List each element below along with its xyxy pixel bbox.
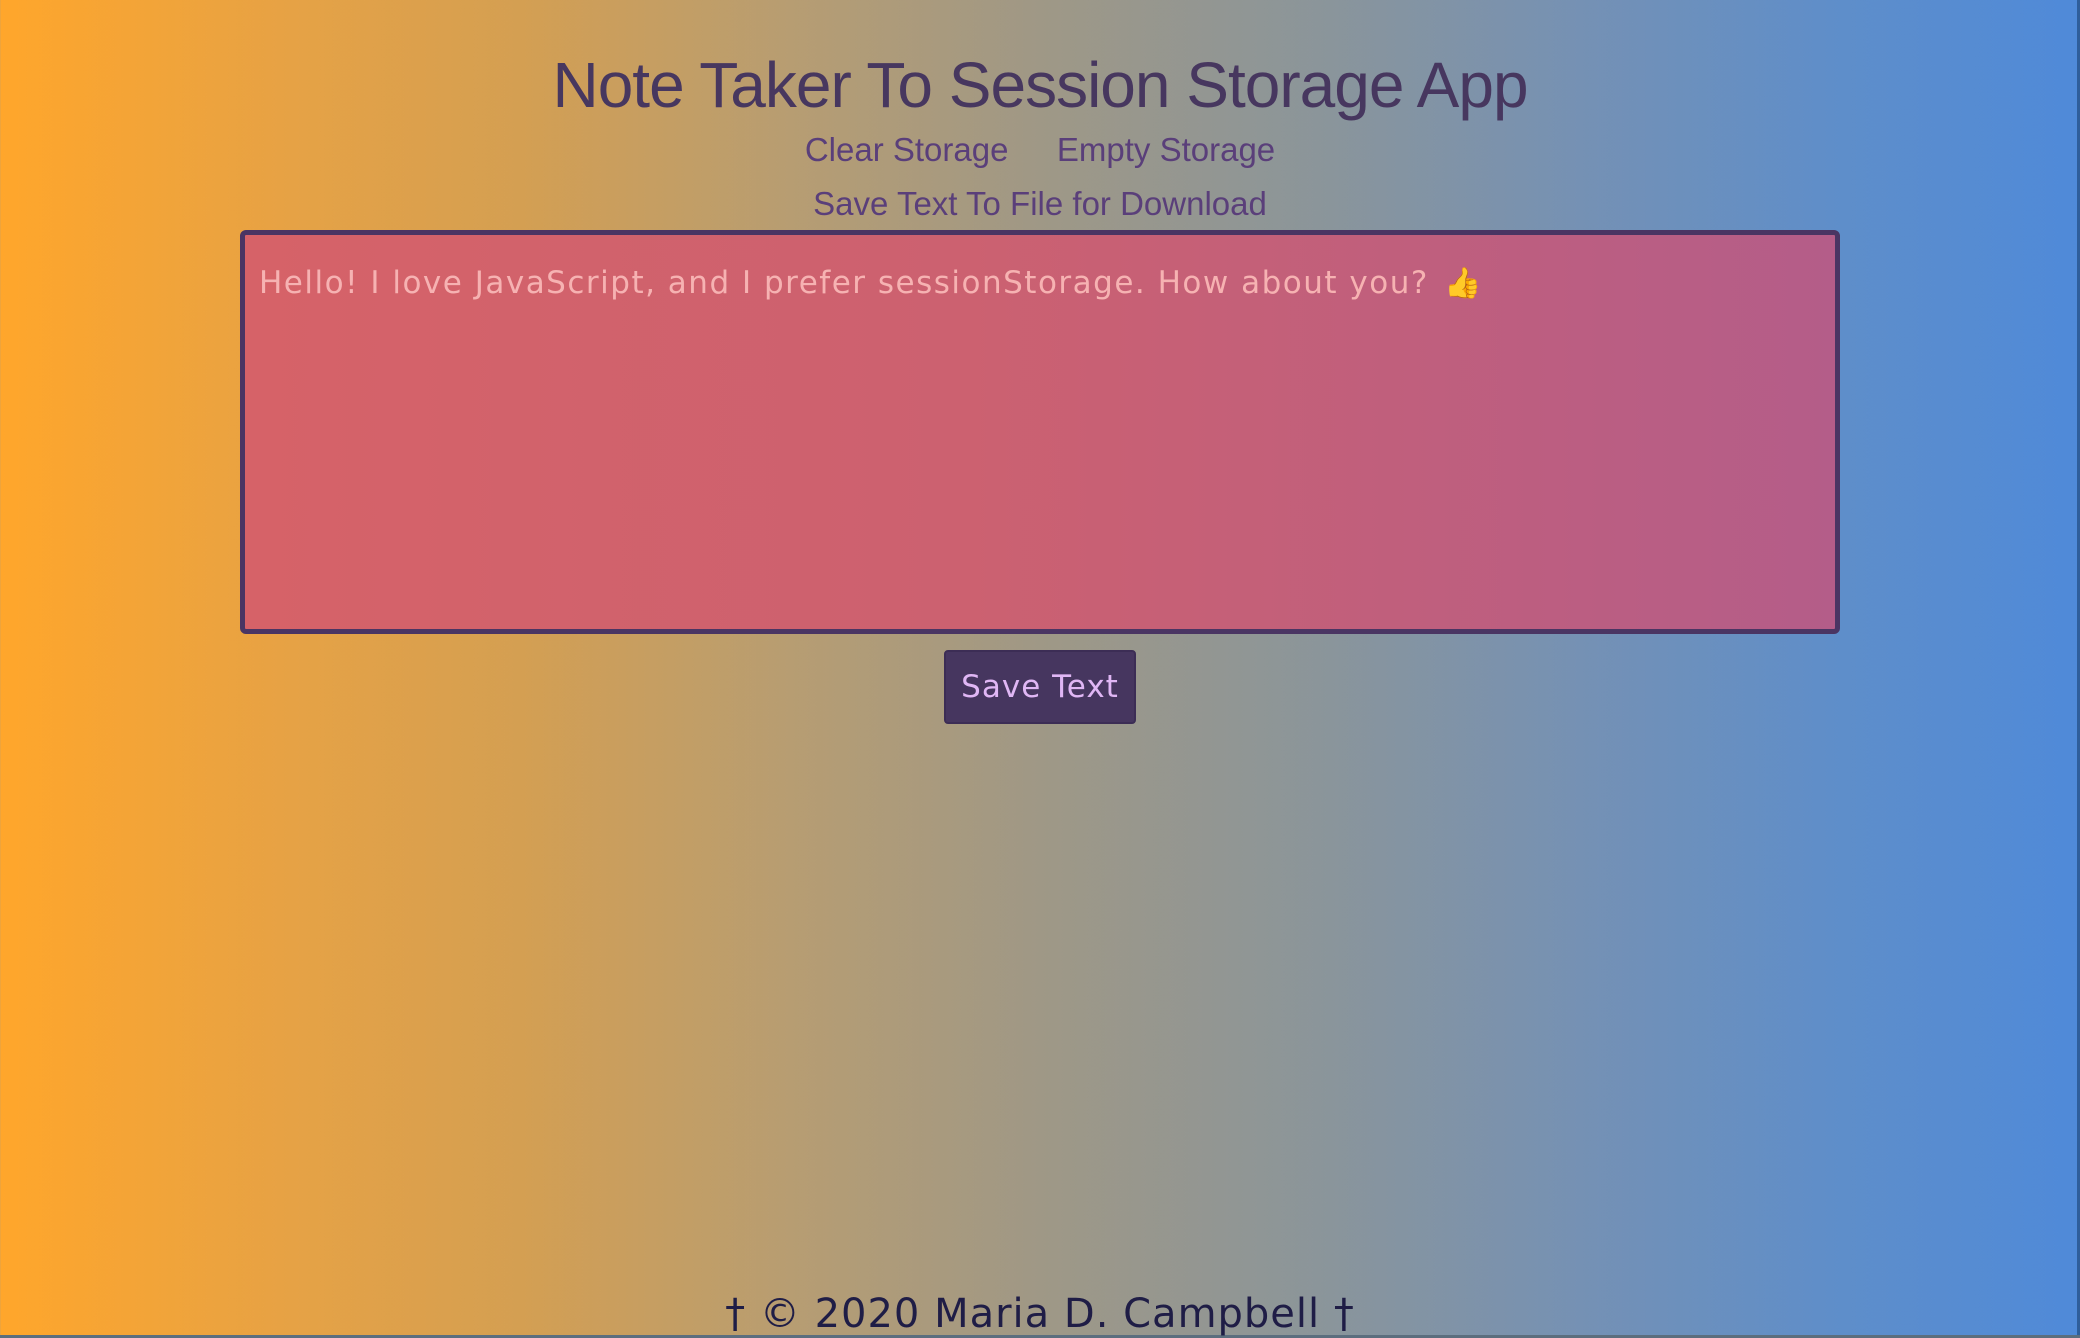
footer-copyright: † © 2020 Maria D. Campbell † [725,1291,1355,1337]
save-text-button[interactable]: Save Text [944,650,1136,724]
empty-storage-link[interactable]: Empty Storage [1057,126,1275,174]
save-to-file-link[interactable]: Save Text To File for Download [813,180,1267,228]
download-nav: Save Text To File for Download [0,180,2080,228]
note-text: Hello! I love JavaScript, and I prefer s… [259,265,1429,301]
clear-storage-link[interactable]: Clear Storage [805,126,1009,174]
thumbs-up-icon: 👍 [1444,266,1484,301]
note-textarea[interactable]: Hello! I love JavaScript, and I prefer s… [240,230,1840,634]
storage-nav: Clear Storage Empty Storage [0,126,2080,174]
page-title: Note Taker To Session Storage App [552,49,1528,121]
